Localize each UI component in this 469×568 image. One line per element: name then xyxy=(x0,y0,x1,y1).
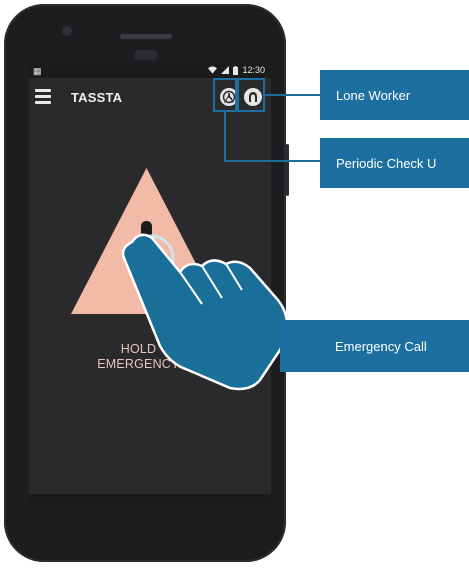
wifi-icon xyxy=(208,66,218,74)
emergency-call-callout: Emergency Call xyxy=(280,320,469,372)
signal-icon xyxy=(221,66,230,74)
periodic-check-connector-h xyxy=(224,160,320,162)
status-right: 12:30 xyxy=(208,65,265,75)
emergency-call-callout-label: Emergency Call xyxy=(335,338,427,354)
proximity-sensor xyxy=(134,50,158,60)
earpiece-speaker xyxy=(120,34,172,39)
lone-worker-highlight xyxy=(237,78,265,112)
side-button xyxy=(286,144,289,196)
notification-icon: ▦ xyxy=(33,66,42,76)
tapping-hand-icon xyxy=(121,233,289,391)
periodic-check-callout-label: Periodic Check U xyxy=(336,155,437,171)
menu-icon[interactable] xyxy=(35,89,51,104)
status-bar: ▦ 12:30 xyxy=(29,64,271,78)
navigation-bar xyxy=(29,494,271,504)
lone-worker-callout-label: Lone Worker xyxy=(336,87,411,103)
periodic-check-highlight xyxy=(213,78,237,112)
front-camera xyxy=(62,26,72,36)
app-title: TASSTA xyxy=(71,90,123,105)
lone-worker-callout: Lone Worker xyxy=(320,70,469,120)
battery-icon xyxy=(233,65,239,75)
lone-worker-connector xyxy=(265,94,320,96)
periodic-check-connector-v xyxy=(224,112,226,162)
periodic-check-callout: Periodic Check U xyxy=(320,138,469,188)
status-time: 12:30 xyxy=(242,65,265,75)
